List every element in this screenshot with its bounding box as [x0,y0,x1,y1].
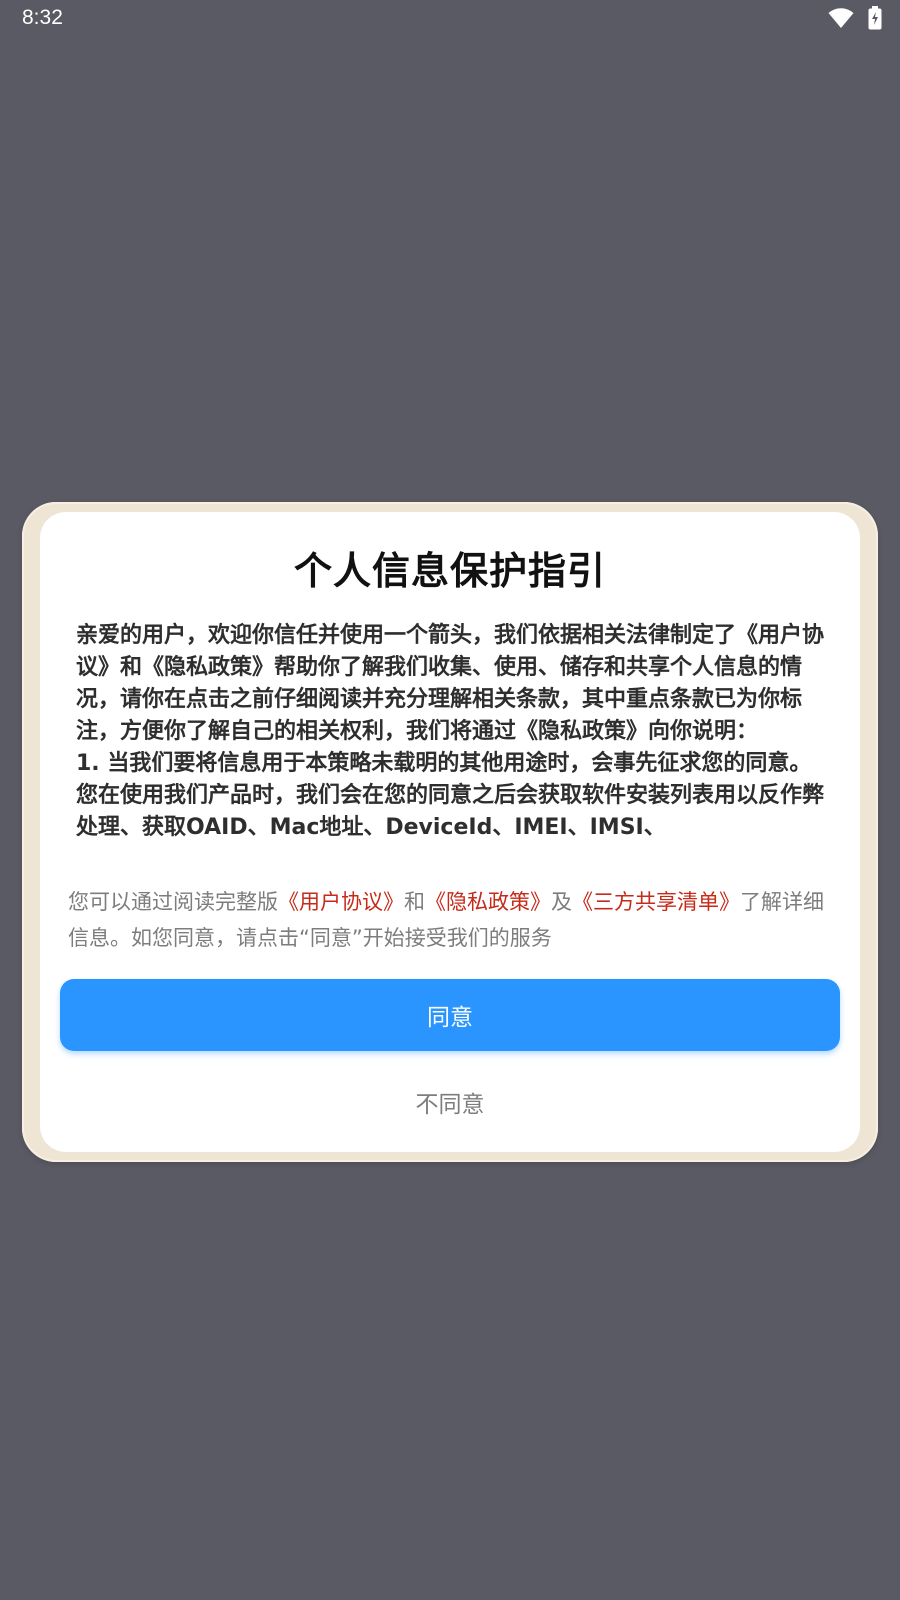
battery-charging-icon [868,6,882,34]
summary-text: 您可以通过阅读完整版《用户协议》和《隐私政策》及《三方共享清单》了解详细信息。如… [68,884,838,956]
third-party-list-link[interactable]: 《三方共享清单》 [572,890,740,914]
policy-paragraph: 1. 当我们要将信息用于本策略未载明的其他用途时，会事先征求您的同意。 您在使用… [76,751,825,840]
status-bar: 8:32 [0,0,900,38]
summary-also: 及 [551,890,572,914]
user-agreement-link[interactable]: 《用户协议》 [278,890,404,914]
policy-text-scroll[interactable]: 亲爱的用户，欢迎你信任并使用一个箭头，我们依据相关法律制定了《用户协议》和《隐私… [76,620,828,870]
agree-button[interactable]: 同意 [60,979,840,1051]
policy-paragraph: 亲爱的用户，欢迎你信任并使用一个箭头，我们依据相关法律制定了《用户协议》和《隐私… [76,623,825,744]
summary-and: 和 [404,890,425,914]
status-time: 8:32 [22,6,63,29]
screen: 8:32 个人信息保护指引 亲爱的用户，欢迎你信任并使用一个箭头，我们依据相关法… [0,0,900,1600]
status-icons [828,6,882,34]
wifi-icon [828,7,854,33]
summary-prefix: 您可以通过阅读完整版 [68,890,278,914]
privacy-policy-link[interactable]: 《隐私政策》 [425,890,551,914]
privacy-dialog: 个人信息保护指引 亲爱的用户，欢迎你信任并使用一个箭头，我们依据相关法律制定了《… [40,512,860,1152]
disagree-button[interactable]: 不同意 [350,1077,550,1127]
dialog-title: 个人信息保护指引 [293,549,606,593]
